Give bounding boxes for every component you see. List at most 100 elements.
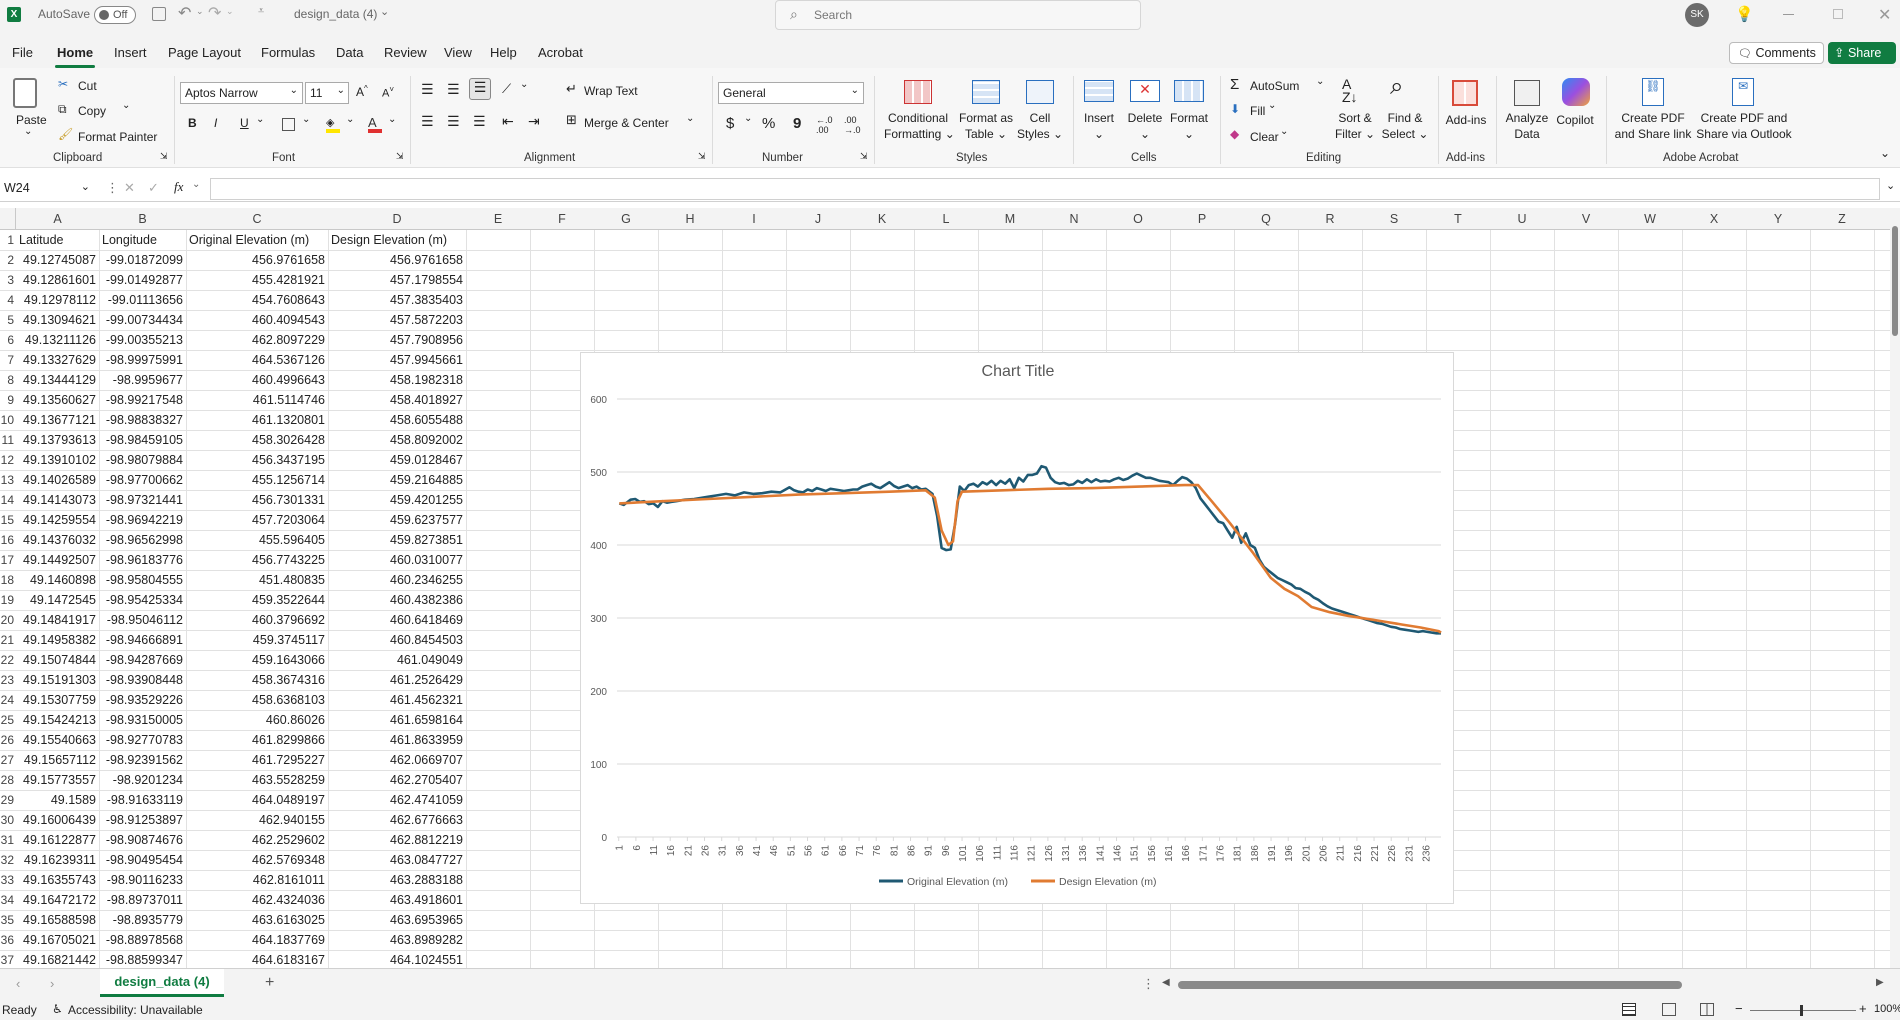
table-cell[interactable]: 49.13677121 [16, 413, 96, 427]
column-header[interactable]: H [658, 212, 722, 226]
bold-button[interactable]: B [188, 116, 197, 130]
row-number[interactable]: 33 [0, 873, 14, 887]
accessibility-status[interactable]: Accessibility: Unavailable [68, 1003, 203, 1017]
table-cell[interactable]: 458.1982318 [328, 373, 463, 387]
table-cell[interactable]: -98.88978568 [99, 933, 183, 947]
row-number[interactable]: 35 [0, 913, 14, 927]
table-cell[interactable]: 459.0128467 [328, 453, 463, 467]
paste-icon[interactable] [13, 78, 37, 108]
table-cell[interactable]: 456.3437195 [186, 453, 325, 467]
column-header[interactable]: Q [1234, 212, 1298, 226]
table-cell[interactable]: 463.4918601 [328, 893, 463, 907]
format-painter-button[interactable]: Format Painter [78, 130, 157, 144]
tab-view[interactable]: View [444, 45, 472, 60]
tab-review[interactable]: Review [384, 45, 427, 60]
row-number[interactable]: 6 [0, 333, 14, 347]
align-center-icon[interactable]: ☰ [447, 113, 460, 130]
align-right-icon[interactable]: ☰ [473, 113, 486, 130]
table-cell[interactable]: 456.9761658 [186, 253, 325, 267]
table-cell[interactable]: -98.93529226 [99, 693, 183, 707]
table-cell[interactable]: 49.13560627 [16, 393, 96, 407]
table-cell[interactable]: -99.00355213 [99, 333, 183, 347]
copy-button[interactable]: Copy [78, 104, 106, 118]
table-cell[interactable]: 49.14026589 [16, 473, 96, 487]
table-cell[interactable]: -99.00734434 [99, 313, 183, 327]
table-cell[interactable]: 455.4281921 [186, 273, 325, 287]
table-cell[interactable]: 49.16588598 [16, 913, 96, 927]
column-header[interactable]: B [99, 212, 186, 226]
save-icon[interactable] [152, 7, 166, 21]
table-cell[interactable]: 49.16239311 [16, 853, 96, 867]
table-cell[interactable]: 464.1837769 [186, 933, 325, 947]
sheet-tab-active[interactable]: design_data (4) [100, 969, 224, 997]
table-cell[interactable]: 49.1460898 [16, 573, 96, 587]
table-cell[interactable]: 49.13211126 [16, 333, 96, 347]
table-cell[interactable]: 458.3026428 [186, 433, 325, 447]
table-cell[interactable]: 455.1256714 [186, 473, 325, 487]
font-size-select[interactable]: 11 ⌄ [305, 82, 349, 104]
table-cell[interactable]: -98.96942219 [99, 513, 183, 527]
table-cell[interactable]: 49.16122877 [16, 833, 96, 847]
row-number[interactable]: 30 [0, 813, 14, 827]
borders-chevron-icon[interactable]: ⌄ [302, 114, 310, 125]
undo-icon[interactable]: ↶ [178, 3, 191, 23]
table-cell[interactable]: 49.12978112 [16, 293, 96, 307]
formula-input[interactable] [210, 178, 1880, 200]
clear-icon[interactable]: ◆ [1230, 127, 1239, 141]
currency-button[interactable]: $ [726, 115, 734, 132]
font-color-icon[interactable]: A [368, 115, 382, 133]
select-all-corner[interactable] [0, 208, 16, 230]
wrap-text-icon[interactable]: ↵ [566, 81, 577, 97]
name-box[interactable]: W24 ⌄ [0, 178, 96, 200]
fill-chevron-icon[interactable]: ⌄ [346, 114, 354, 125]
more-options-icon[interactable]: ⋮ [1142, 976, 1155, 992]
table-cell[interactable]: -98.96562998 [99, 533, 183, 547]
conditional-formatting-icon[interactable] [904, 80, 932, 104]
format-as-table-icon[interactable] [972, 80, 1000, 104]
sort-filter-icon[interactable]: A Z↓ [1342, 77, 1358, 104]
conditional-formatting-button[interactable]: Conditional Formatting ⌄ [884, 110, 955, 142]
clear-chevron-icon[interactable]: ⌄ [1280, 126, 1288, 137]
table-cell[interactable]: 463.0847727 [328, 853, 463, 867]
table-cell[interactable]: 462.2705407 [328, 773, 463, 787]
table-cell[interactable]: 462.4324036 [186, 893, 325, 907]
underline-chevron-icon[interactable]: ⌄ [256, 114, 264, 125]
table-cell[interactable]: 49.13094621 [16, 313, 96, 327]
table-cell[interactable]: 463.5528259 [186, 773, 325, 787]
table-cell[interactable]: 49.15191303 [16, 673, 96, 687]
table-cell[interactable]: 460.0310077 [328, 553, 463, 567]
table-cell[interactable]: -98.90874676 [99, 833, 183, 847]
vertical-scroll-thumb[interactable] [1892, 226, 1898, 336]
column-header[interactable]: U [1490, 212, 1554, 226]
table-cell[interactable]: 459.6237577 [328, 513, 463, 527]
table-cell[interactable]: 456.9761658 [328, 253, 463, 267]
row-number[interactable]: 21 [0, 633, 14, 647]
row-number[interactable]: 23 [0, 673, 14, 687]
table-cell[interactable]: -99.01113656 [99, 293, 183, 307]
clear-button[interactable]: Clear [1250, 130, 1279, 144]
file-name-chevron-icon[interactable]: ⌄ [380, 5, 389, 18]
row-number[interactable]: 31 [0, 833, 14, 847]
paste-chevron-icon[interactable]: ⌄ [24, 126, 32, 137]
tab-home[interactable]: Home [54, 45, 96, 68]
table-cell[interactable]: 462.2529602 [186, 833, 325, 847]
table-cell[interactable]: 49.12745087 [16, 253, 96, 267]
zoom-slider[interactable] [1750, 1010, 1856, 1011]
row-number[interactable]: 36 [0, 933, 14, 947]
comma-button[interactable]: 9 [793, 115, 801, 132]
zoom-in-icon[interactable]: + [1859, 1001, 1867, 1016]
table-cell[interactable]: 461.7295227 [186, 753, 325, 767]
line-chart[interactable]: Chart Title 0 100 200 300 400 500 600 1 6 11 16 21 2… [580, 352, 1454, 904]
insert-function-button[interactable]: fx [174, 179, 183, 195]
row-number[interactable]: 1 [0, 233, 14, 247]
fill-button[interactable]: Fill [1250, 104, 1265, 118]
scroll-left-icon[interactable]: ◀ [1162, 977, 1170, 988]
tab-data[interactable]: Data [336, 45, 363, 60]
row-number[interactable]: 27 [0, 753, 14, 767]
table-cell[interactable]: 462.8812219 [328, 833, 463, 847]
normal-view-icon[interactable] [1622, 1003, 1636, 1016]
merge-center-button[interactable]: Merge & Center [584, 116, 669, 130]
row-number[interactable]: 14 [0, 493, 14, 507]
table-cell[interactable]: 457.1798554 [328, 273, 463, 287]
row-number[interactable]: 25 [0, 713, 14, 727]
